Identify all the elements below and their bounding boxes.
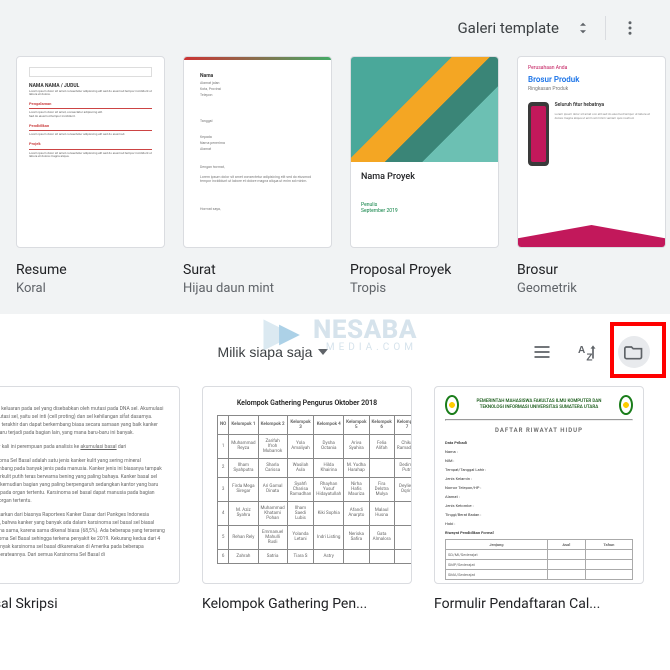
template-subtitle: Tropis xyxy=(350,281,499,296)
template-thumb: Nama Proyek PenulisSeptember 2019 xyxy=(350,56,499,248)
gallery-header: Galeri template xyxy=(16,0,654,56)
filter-bar: Milik siapa saja AZ xyxy=(0,314,670,386)
template-subtitle: Koral xyxy=(16,281,165,296)
doc-card-formulir[interactable]: PEMERINTAH MAHASISWA FAKULTAS ILMU KOMPU… xyxy=(434,386,644,612)
gathering-table: NOKelompok 1Kelompok 2Kelompok 3Kelompok… xyxy=(217,415,412,564)
list-view-button[interactable] xyxy=(526,336,558,368)
list-icon xyxy=(532,342,552,362)
doc-thumb: Kelompok Gathering Pengurus Oktober 2018… xyxy=(202,386,412,584)
gallery-more-button[interactable] xyxy=(614,12,646,44)
thumb-title: Brosur Produk xyxy=(528,75,655,84)
more-vert-icon xyxy=(621,19,639,37)
table-title: Kelompok Gathering Pengurus Oktober 2018 xyxy=(217,399,397,407)
divider xyxy=(605,16,606,40)
institution: PEMERINTAH MAHASISWA FAKULTAS ILMU KOMPU… xyxy=(465,399,614,411)
folder-icon xyxy=(624,342,644,362)
template-thumb: NAMA NAMA / JUDUL Lorem ipsum dolor sit … xyxy=(16,56,165,248)
gallery-expand-button[interactable] xyxy=(569,14,597,42)
template-card-surat[interactable]: Nama Alamat jalan Kota, Provinsi Telepon… xyxy=(183,56,332,296)
svg-text:Z: Z xyxy=(586,352,592,362)
template-thumb: Nama Alamat jalan Kota, Provinsi Telepon… xyxy=(183,56,332,248)
template-title: Brosur xyxy=(517,262,666,279)
template-subtitle: Hijau daun mint xyxy=(183,281,332,296)
template-subtitle: Geometrik xyxy=(517,281,666,296)
template-title: Resume xyxy=(16,262,165,279)
template-thumb: Perusahaan Anda Brosur Produk Ringkasan … xyxy=(517,56,666,248)
thumb-sub: Ringkasan Produk xyxy=(528,86,655,92)
form-title: DAFTAR RIWAYAT HIDUP xyxy=(445,427,633,434)
doc-title: Kelompok Gathering Pen... xyxy=(202,596,412,612)
doc-title: oposal Skripsi xyxy=(0,596,180,612)
owner-filter-label: Milik siapa saja xyxy=(218,344,313,360)
template-card-proposal[interactable]: Nama Proyek PenulisSeptember 2019 Propos… xyxy=(350,56,499,296)
template-card-resume[interactable]: NAMA NAMA / JUDUL Lorem ipsum dolor sit … xyxy=(16,56,165,296)
sort-button[interactable]: AZ xyxy=(572,336,604,368)
doc-thumb: PEMERINTAH MAHASISWA FAKULTAS ILMU KOMPU… xyxy=(434,386,644,584)
template-title: Surat xyxy=(183,262,332,279)
doc-card-skripsi[interactable]: adalah keluaran pada sel yang disebabkan… xyxy=(0,386,180,612)
arrow-dropdown-icon xyxy=(318,349,328,355)
sort-az-icon: AZ xyxy=(578,342,598,362)
template-title: Proposal Proyek xyxy=(350,262,499,279)
svg-text:A: A xyxy=(578,345,585,356)
doc-card-gathering[interactable]: Kelompok Gathering Pengurus Oktober 2018… xyxy=(202,386,412,612)
section-header: Riwayat Pendidikan Formal xyxy=(445,530,633,535)
thumb-title: Nama Proyek xyxy=(361,172,488,182)
unfold-icon xyxy=(574,19,592,37)
owner-filter-dropdown[interactable]: Milik siapa saja xyxy=(218,344,329,360)
doc-thumb: adalah keluaran pada sel yang disebabkan… xyxy=(0,386,180,584)
doc-title: Formulir Pendaftaran Cal... xyxy=(434,596,644,612)
template-gallery-section: Galeri template NAMA NAMA / JUDUL Lorem … xyxy=(0,0,670,314)
thumb-logo: Perusahaan Anda xyxy=(528,65,655,71)
docs-row: adalah keluaran pada sel yang disebabkan… xyxy=(0,386,670,612)
template-card-brosur[interactable]: Perusahaan Anda Brosur Produk Ringkasan … xyxy=(517,56,666,296)
folder-picker-button[interactable] xyxy=(618,336,650,368)
template-row: NAMA NAMA / JUDUL Lorem ipsum dolor sit … xyxy=(16,56,654,296)
gallery-title: Galeri template xyxy=(457,19,559,37)
